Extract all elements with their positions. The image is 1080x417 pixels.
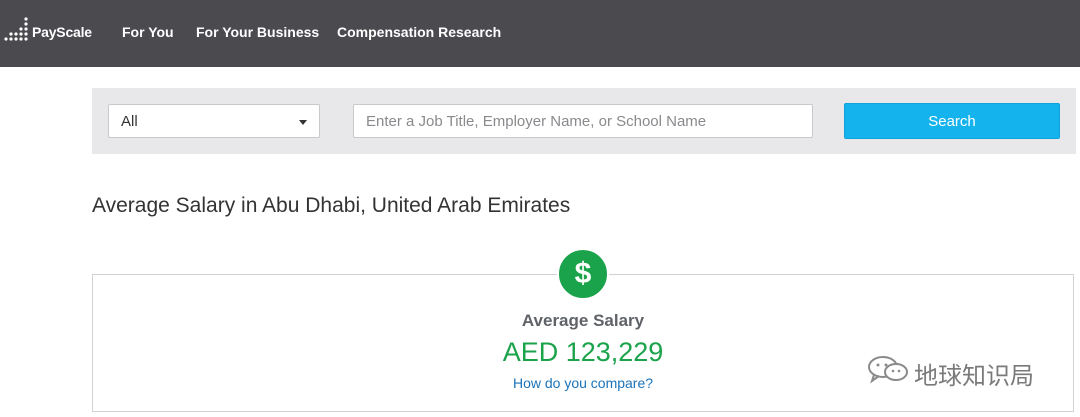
nav-for-you[interactable]: For You (122, 24, 174, 40)
nav-compensation-research[interactable]: Compensation Research (337, 24, 501, 40)
average-salary-value: AED 123,229 (502, 337, 664, 367)
category-select[interactable]: All (108, 104, 320, 138)
dollar-icon: $ (557, 248, 609, 300)
average-salary-label: Average Salary (521, 311, 645, 330)
search-input[interactable] (353, 104, 813, 138)
search-bar: All Search (92, 88, 1076, 154)
logo-text[interactable]: PayScale (32, 24, 92, 40)
wechat-icon (868, 356, 908, 384)
page-title: Average Salary in Abu Dhabi, United Arab… (92, 194, 571, 217)
compare-link[interactable]: How do you compare? (513, 375, 653, 391)
category-select-value: All (121, 113, 138, 130)
watermark-text: 地球知识局 (914, 362, 1034, 390)
nav-for-your-business[interactable]: For Your Business (196, 24, 319, 40)
payscale-logo-icon[interactable] (4, 15, 34, 45)
caret-down-icon (299, 120, 307, 125)
top-nav-bar: PayScale For You For Your Business Compe… (0, 0, 1080, 67)
search-button[interactable]: Search (844, 103, 1060, 139)
